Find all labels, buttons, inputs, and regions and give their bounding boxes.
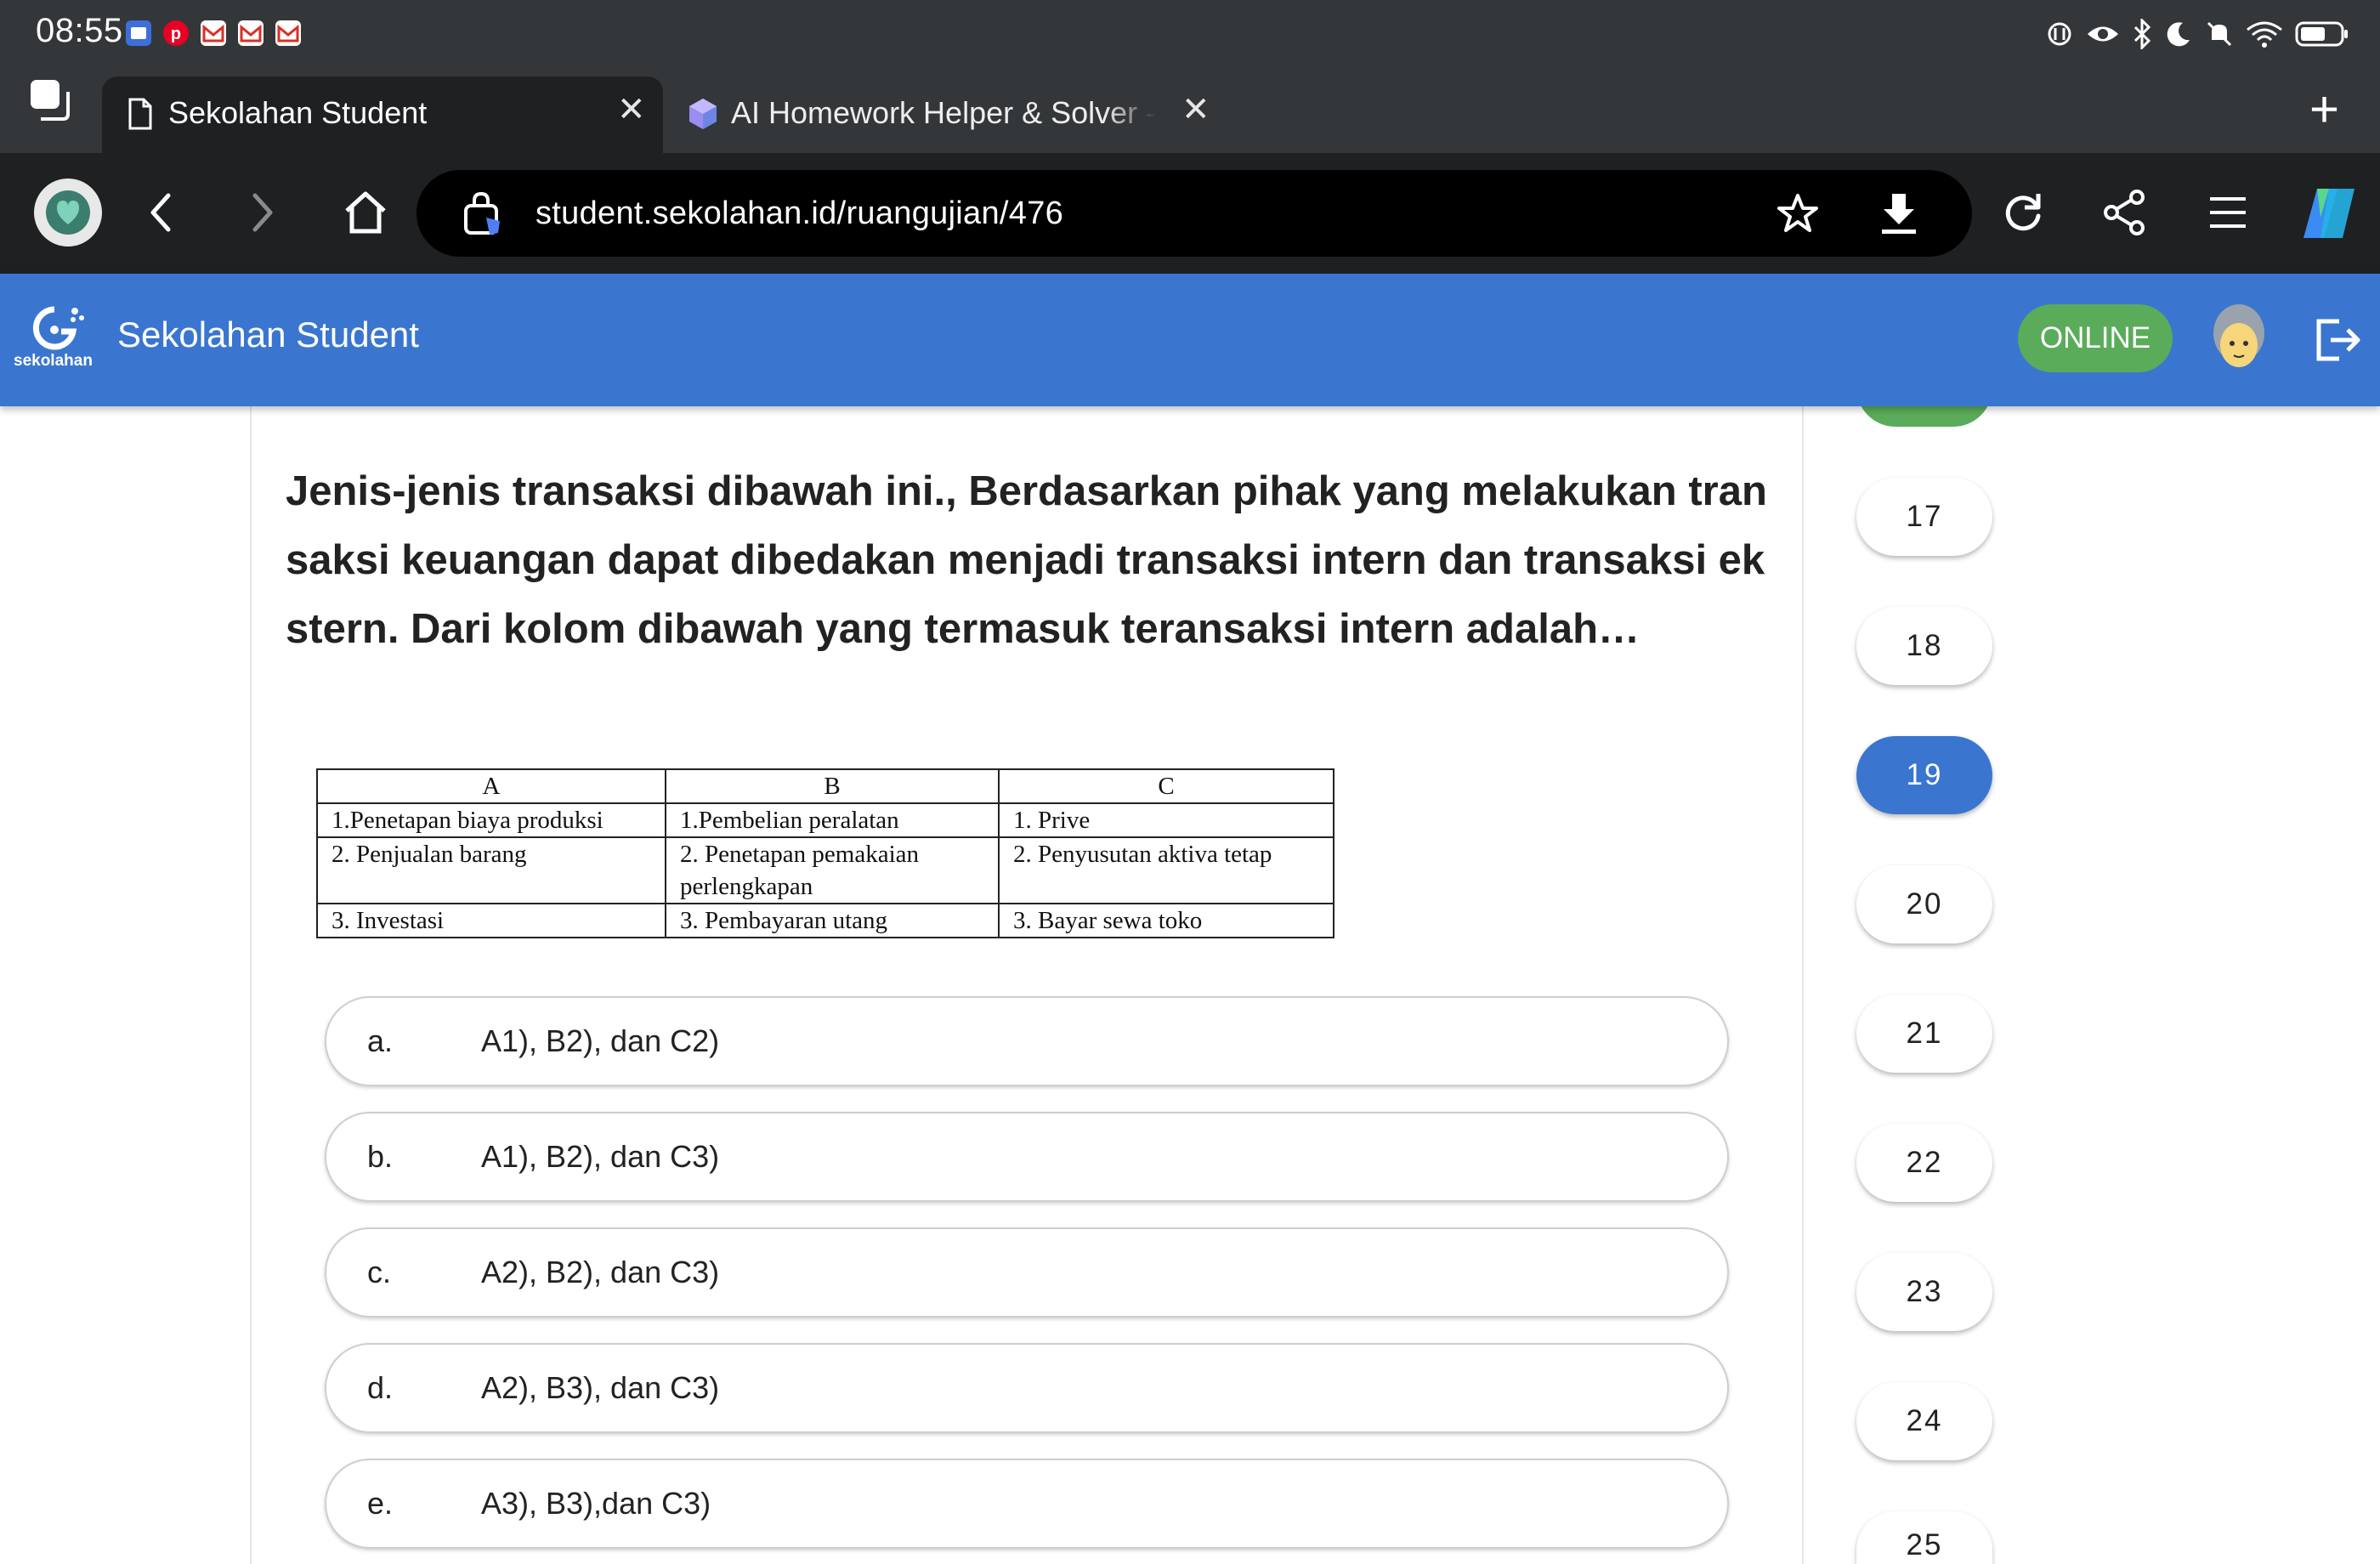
eye-icon bbox=[2086, 20, 2120, 48]
table-header-cell: A bbox=[316, 768, 666, 804]
option-text: A1), B2), dan C2) bbox=[481, 1023, 720, 1058]
table-cell: 3. Pembayaran utang bbox=[665, 903, 1000, 938]
table-row: 3. Investasi 3. Pembayaran utang 3. Baya… bbox=[316, 903, 1334, 938]
question-nav-item[interactable]: 25 bbox=[1856, 1511, 1992, 1564]
menu-button[interactable] bbox=[2208, 196, 2247, 234]
url-text[interactable]: student.sekolahan.id/ruangujian/476 bbox=[536, 196, 1063, 232]
tab-title: AI Homework Helper & Solver - S bbox=[731, 95, 1156, 130]
table-header-row: A B C bbox=[316, 768, 1334, 804]
download-icon[interactable] bbox=[1878, 190, 1919, 241]
bluetooth-icon bbox=[2132, 19, 2152, 49]
option-letter: a. bbox=[367, 1023, 394, 1058]
battery-icon bbox=[2295, 20, 2349, 48]
tab-switcher-button[interactable] bbox=[27, 76, 75, 124]
table-row: 1.Penetapan biaya produksi 1.Pembelian p… bbox=[316, 802, 1334, 838]
question-nav-item[interactable]: 23 bbox=[1856, 1253, 1992, 1331]
answer-option-b[interactable]: b. A1), B2), dan C3) bbox=[325, 1112, 1729, 1202]
home-button[interactable] bbox=[343, 189, 388, 241]
online-status-badge: ONLINE bbox=[2018, 304, 2173, 372]
answer-option-d[interactable]: d. A2), B3), dan C3) bbox=[325, 1343, 1729, 1433]
avatar[interactable] bbox=[2208, 299, 2270, 385]
option-text: A2), B3), dan C3) bbox=[481, 1370, 720, 1405]
table-cell: 3. Bayar sewa toko bbox=[998, 903, 1334, 938]
reload-button[interactable] bbox=[2001, 190, 2045, 239]
gmail-icon bbox=[201, 20, 226, 46]
nfc-icon bbox=[2045, 20, 2074, 48]
new-tab-button[interactable]: + bbox=[2309, 80, 2339, 139]
answer-option-e[interactable]: e. A3), B3),dan C3) bbox=[325, 1459, 1729, 1549]
question-text: Jenis-jenis transaksi dibawah ini., Berd… bbox=[286, 457, 1782, 664]
tab-ai-homework-helper[interactable]: AI Homework Helper & Solver - S ✕ bbox=[672, 76, 1232, 153]
close-tab-icon[interactable]: ✕ bbox=[1182, 90, 1210, 129]
table-cell: 1. Prive bbox=[998, 802, 1334, 838]
question-nav-item[interactable]: 24 bbox=[1856, 1382, 1992, 1460]
option-letter: e. bbox=[367, 1486, 394, 1521]
option-letter: c. bbox=[367, 1255, 392, 1289]
question-nav-item[interactable]: 17 bbox=[1856, 478, 1992, 556]
site-info-icon[interactable] bbox=[462, 191, 505, 241]
tab-strip: Sekolahan Student ✕ AI Homework Helper &… bbox=[0, 68, 2380, 153]
svg-text:p: p bbox=[171, 25, 181, 43]
question-line: stern. Dari kolom dibawah yang termasuk … bbox=[286, 606, 1640, 652]
tab-sekolahan-student[interactable]: Sekolahan Student ✕ bbox=[102, 76, 663, 153]
table-cell: 1.Penetapan biaya produksi bbox=[316, 802, 666, 838]
transaction-table: A B C 1.Penetapan biaya produksi 1.Pembe… bbox=[316, 768, 1334, 938]
address-bar[interactable]: student.sekolahan.id/ruangujian/476 bbox=[416, 170, 1972, 257]
table-cell: 2. Penyusutan aktiva tetap bbox=[998, 836, 1334, 904]
status-indicators bbox=[2045, 15, 2349, 53]
sekolahan-logo[interactable] bbox=[26, 304, 90, 356]
table-row: 2. Penjualan barang 2. Penetapan pemakai… bbox=[316, 836, 1334, 904]
gmail-icon bbox=[238, 20, 264, 46]
option-letter: b. bbox=[367, 1139, 394, 1174]
messages-icon bbox=[126, 20, 151, 46]
cube-icon bbox=[687, 97, 719, 139]
browser-logo-icon[interactable] bbox=[34, 178, 102, 251]
question-nav-item[interactable]: 21 bbox=[1856, 994, 1992, 1073]
option-text: A3), B3),dan C3) bbox=[481, 1486, 711, 1521]
question-nav-item[interactable]: 20 bbox=[1856, 865, 1992, 944]
table-header-cell: C bbox=[998, 768, 1334, 804]
mute-icon bbox=[2205, 20, 2234, 48]
wifi-icon bbox=[2246, 20, 2283, 48]
option-text: A1), B2), dan C3) bbox=[481, 1139, 720, 1174]
gmail-icon bbox=[275, 20, 301, 46]
forward-button[interactable] bbox=[246, 187, 280, 242]
question-nav-item[interactable]: 18 bbox=[1856, 607, 1992, 685]
table-cell: 2. Penetapan pemakaian perlengkapan bbox=[665, 836, 1000, 904]
app-header: sekolahan Sekolahan Student ONLINE bbox=[0, 274, 2380, 406]
document-icon bbox=[128, 97, 153, 139]
option-text: A2), B2), dan C3) bbox=[481, 1255, 720, 1289]
status-time: 08:55 bbox=[36, 12, 123, 49]
close-tab-icon[interactable]: ✕ bbox=[617, 90, 646, 129]
question-nav-item-current[interactable]: 19 bbox=[1856, 736, 1992, 814]
table-cell: 3. Investasi bbox=[316, 903, 666, 938]
table-cell: 1.Pembelian peralatan bbox=[665, 802, 1000, 838]
tab-title: Sekolahan Student bbox=[168, 95, 428, 130]
logo-text: sekolahan bbox=[14, 352, 93, 370]
answer-option-a[interactable]: a. A1), B2), dan C2) bbox=[325, 996, 1729, 1086]
status-bar: 08:55 p bbox=[0, 0, 2380, 68]
moon-icon bbox=[2164, 20, 2193, 48]
table-cell: 2. Penjualan barang bbox=[316, 836, 666, 904]
logout-icon[interactable] bbox=[2314, 316, 2361, 368]
question-line: saksi keuangan dapat dibedakan menjadi t… bbox=[286, 537, 1765, 583]
app-title: Sekolahan Student bbox=[117, 314, 419, 354]
share-button[interactable] bbox=[2101, 189, 2147, 241]
copilot-icon[interactable] bbox=[2295, 184, 2363, 247]
question-line: Jenis-jenis transaksi dibawah ini., Berd… bbox=[286, 468, 1767, 514]
back-button[interactable] bbox=[143, 187, 177, 242]
pinterest-icon: p bbox=[163, 20, 189, 46]
question-nav-item[interactable]: 22 bbox=[1856, 1124, 1992, 1202]
table-header-cell: B bbox=[665, 768, 1000, 804]
option-letter: d. bbox=[367, 1370, 394, 1405]
answer-option-c[interactable]: c. A2), B2), dan C3) bbox=[325, 1227, 1729, 1318]
bookmark-star-icon[interactable] bbox=[1776, 192, 1819, 239]
browser-toolbar: student.sekolahan.id/ruangujian/476 bbox=[0, 153, 2380, 274]
